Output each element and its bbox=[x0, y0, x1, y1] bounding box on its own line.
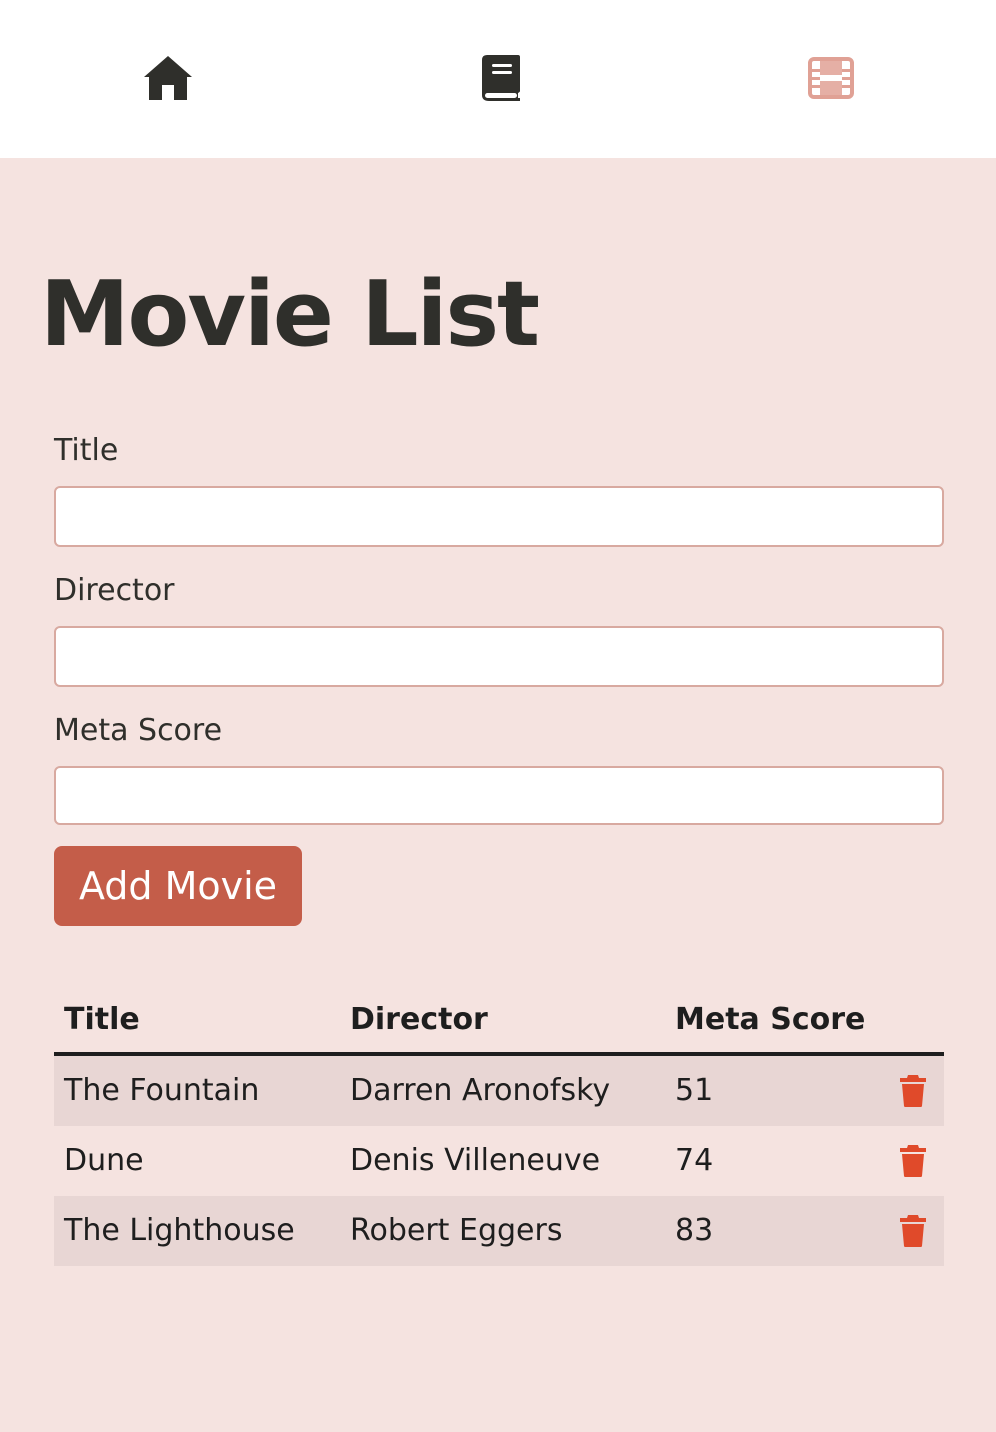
title-input[interactable] bbox=[54, 486, 944, 547]
nav-home-link[interactable] bbox=[138, 50, 198, 106]
director-label: Director bbox=[54, 573, 175, 608]
header-title: Title bbox=[64, 1002, 140, 1037]
table-header: Title Director Meta Score bbox=[54, 988, 944, 1056]
movie-score: 83 bbox=[675, 1213, 714, 1248]
header-meta-score: Meta Score bbox=[675, 1002, 866, 1037]
delete-movie-button[interactable] bbox=[898, 1143, 928, 1179]
movie-score: 51 bbox=[675, 1073, 714, 1108]
meta-score-input[interactable] bbox=[54, 766, 944, 825]
main-content: Movie List Title Director Meta Score Add… bbox=[0, 158, 996, 1432]
table-row: The Lighthouse Robert Eggers 83 bbox=[54, 1196, 944, 1266]
film-icon bbox=[808, 57, 854, 99]
trash-icon bbox=[900, 1075, 926, 1107]
delete-movie-button[interactable] bbox=[898, 1213, 928, 1249]
movie-director: Robert Eggers bbox=[350, 1213, 563, 1248]
home-icon bbox=[144, 56, 192, 100]
movie-score: 74 bbox=[675, 1143, 714, 1178]
top-navbar bbox=[0, 0, 996, 158]
movie-director: Darren Aronofsky bbox=[350, 1073, 611, 1108]
movie-title: The Lighthouse bbox=[64, 1213, 295, 1248]
delete-movie-button[interactable] bbox=[898, 1073, 928, 1109]
movie-director: Denis Villeneuve bbox=[350, 1143, 601, 1178]
nav-movies-link[interactable] bbox=[801, 50, 861, 106]
director-input[interactable] bbox=[54, 626, 944, 687]
movie-title: Dune bbox=[64, 1143, 144, 1178]
movie-table: Title Director Meta Score The Fountain D… bbox=[54, 988, 944, 1266]
nav-books-link[interactable] bbox=[471, 50, 531, 106]
table-row: The Fountain Darren Aronofsky 51 bbox=[54, 1056, 944, 1126]
book-icon bbox=[482, 55, 520, 101]
movie-title: The Fountain bbox=[64, 1073, 260, 1108]
add-movie-button[interactable]: Add Movie bbox=[54, 846, 302, 926]
trash-icon bbox=[900, 1215, 926, 1247]
meta-score-label: Meta Score bbox=[54, 713, 223, 748]
header-director: Director bbox=[350, 1002, 488, 1037]
table-row: Dune Denis Villeneuve 74 bbox=[54, 1126, 944, 1196]
page-title: Movie List bbox=[40, 262, 540, 367]
title-label: Title bbox=[54, 433, 119, 468]
trash-icon bbox=[900, 1145, 926, 1177]
